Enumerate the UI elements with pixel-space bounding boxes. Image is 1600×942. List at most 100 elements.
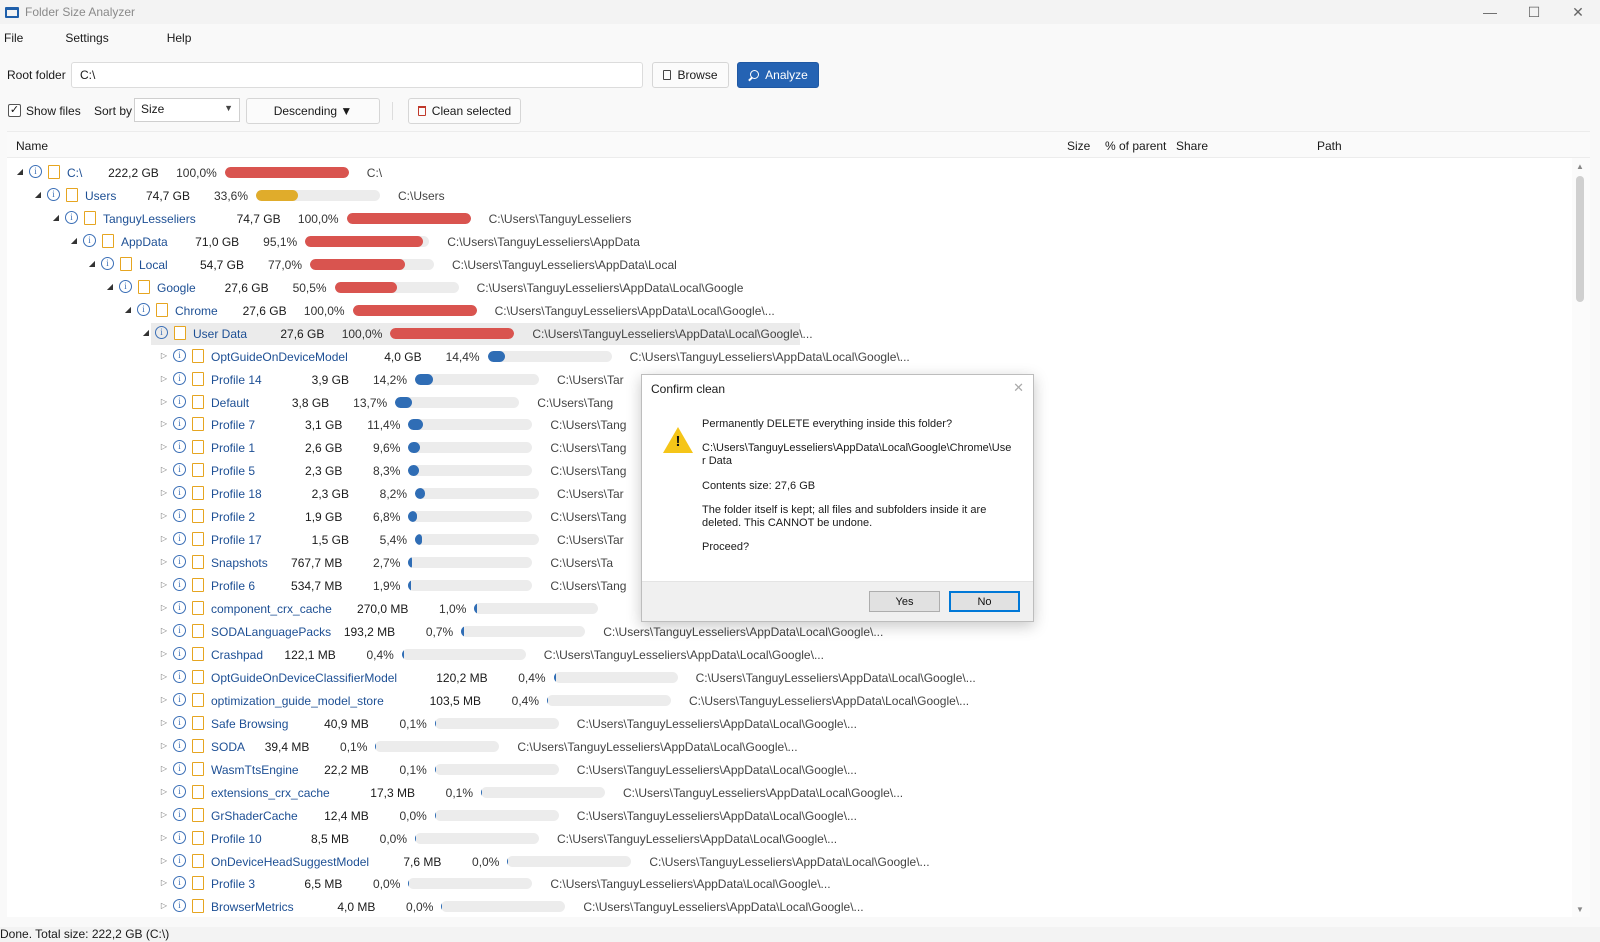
tree-row[interactable]: ▷ i WasmTtsEngine 22,2 MB 0,1% C:\Users\Tangu…	[7, 759, 1567, 781]
info-icon[interactable]: i	[65, 210, 78, 224]
tree-row[interactable]: ◢ i Google 27,6 GB 50,5% C:\Users\TanguyLesse…	[7, 277, 1567, 299]
info-icon[interactable]: i	[173, 784, 186, 798]
info-icon[interactable]: i	[173, 853, 186, 867]
tree-row[interactable]: ▷ i Profile 3 6,5 MB 0,0% C:\Users\TanguyLess…	[7, 873, 1567, 895]
tree-row[interactable]: ▷ i OnDeviceHeadSuggestModel 7,6 MB 0,0% C:\U…	[7, 851, 1567, 873]
expanded-arrow-icon[interactable]: ◢	[69, 235, 79, 247]
expanded-arrow-icon[interactable]: ◢	[15, 166, 25, 178]
minimize-button[interactable]: —	[1468, 0, 1512, 24]
collapsed-arrow-icon[interactable]: ▷	[159, 717, 169, 729]
tree-row[interactable]: ▷ i Crashpad 122,1 MB 0,4% C:\Users\TanguyLes…	[7, 644, 1567, 666]
info-icon[interactable]: i	[83, 233, 96, 247]
tree-row[interactable]: ▷ i Safe Browsing 40,9 MB 0,1% C:\Users\Tangu…	[7, 713, 1567, 735]
expanded-arrow-icon[interactable]: ◢	[141, 327, 151, 339]
collapsed-arrow-icon[interactable]: ▷	[159, 625, 169, 637]
collapsed-arrow-icon[interactable]: ▷	[159, 350, 169, 362]
expanded-arrow-icon[interactable]: ◢	[123, 304, 133, 316]
info-icon[interactable]: i	[173, 646, 186, 660]
collapsed-arrow-icon[interactable]: ▷	[159, 671, 169, 683]
column-share[interactable]: Share	[1176, 139, 1208, 153]
info-icon[interactable]: i	[173, 876, 186, 890]
close-button[interactable]: ✕	[1556, 0, 1600, 24]
collapsed-arrow-icon[interactable]: ▷	[159, 648, 169, 660]
no-button[interactable]: No	[949, 591, 1020, 612]
column-path[interactable]: Path	[1317, 139, 1342, 153]
info-icon[interactable]: i	[173, 440, 186, 454]
column-size[interactable]: Size	[1067, 139, 1090, 153]
expanded-arrow-icon[interactable]: ◢	[51, 212, 61, 224]
tree-row[interactable]: ◢ i Chrome 27,6 GB 100,0% C:\Users\TanguyLess…	[7, 300, 1567, 322]
collapsed-arrow-icon[interactable]: ▷	[159, 418, 169, 430]
tree-row[interactable]: ▷ i OptGuideOnDeviceModel 4,0 GB 14,4% C:\Use…	[7, 346, 1567, 368]
scroll-up-icon[interactable]: ▲	[1576, 162, 1584, 171]
collapsed-arrow-icon[interactable]: ▷	[159, 533, 169, 545]
expanded-arrow-icon[interactable]: ◢	[87, 258, 97, 270]
tree-row[interactable]: ▷ i OptGuideOnDeviceClassifierModel 120,2 M…	[7, 667, 1567, 689]
info-icon[interactable]: i	[47, 187, 60, 201]
tree-row[interactable]: ▷ i optimization_guide_model_store 103,5 MB…	[7, 690, 1567, 712]
collapsed-arrow-icon[interactable]: ▷	[159, 579, 169, 591]
scrollbar-thumb[interactable]	[1576, 176, 1584, 302]
collapsed-arrow-icon[interactable]: ▷	[159, 487, 169, 499]
info-icon[interactable]: i	[29, 165, 42, 178]
expanded-arrow-icon[interactable]: ◢	[105, 281, 115, 293]
info-icon[interactable]: i	[173, 578, 186, 592]
yes-button[interactable]: Yes	[869, 591, 940, 612]
info-icon[interactable]: i	[173, 555, 186, 569]
info-icon[interactable]: i	[173, 624, 186, 637]
tree-row[interactable]: ▷ i SODA 39,4 MB 0,1% C:\Users\TanguyLesselie…	[7, 736, 1567, 758]
collapsed-arrow-icon[interactable]: ▷	[159, 740, 169, 752]
collapsed-arrow-icon[interactable]: ▷	[159, 510, 169, 522]
tree-row[interactable]: ◢ i Local 54,7 GB 77,0% C:\Users\TanguyLessel…	[7, 254, 1567, 276]
tree-row[interactable]: ▷ i extensions_crx_cache 17,3 MB 0,1% C:\User…	[7, 782, 1567, 804]
info-icon[interactable]: i	[173, 601, 186, 615]
info-icon[interactable]: i	[173, 394, 186, 408]
collapsed-arrow-icon[interactable]: ▷	[159, 877, 169, 889]
info-icon[interactable]: i	[173, 509, 186, 523]
collapsed-arrow-icon[interactable]: ▷	[159, 900, 169, 912]
info-icon[interactable]: i	[119, 279, 132, 293]
info-icon[interactable]: i	[173, 899, 186, 913]
info-icon[interactable]: i	[173, 348, 186, 362]
info-icon[interactable]: i	[173, 692, 186, 706]
clean-selected-button[interactable]: Clean selected	[408, 98, 521, 124]
info-icon[interactable]: i	[101, 256, 114, 270]
tree-row[interactable]: ▷ i Profile 10 8,5 MB 0,0% C:\Users\TanguyLes…	[7, 828, 1567, 850]
tree-row[interactable]: ▷ i SODALanguagePacks 193,2 MB 0,7% C:\Users\…	[7, 621, 1567, 643]
menu-file[interactable]: File	[0, 31, 27, 45]
info-icon[interactable]: i	[173, 371, 186, 385]
vertical-scrollbar[interactable]: ▲ ▼	[1572, 158, 1590, 917]
info-icon[interactable]: i	[173, 532, 186, 546]
menu-settings[interactable]: Settings	[61, 31, 112, 45]
column-name[interactable]: Name	[16, 139, 48, 153]
collapsed-arrow-icon[interactable]: ▷	[159, 464, 169, 476]
collapsed-arrow-icon[interactable]: ▷	[159, 373, 169, 385]
scroll-down-icon[interactable]: ▼	[1576, 905, 1584, 914]
info-icon[interactable]: i	[173, 761, 186, 775]
info-icon[interactable]: i	[173, 463, 186, 477]
info-icon[interactable]: i	[173, 807, 186, 821]
expanded-arrow-icon[interactable]: ◢	[33, 189, 43, 201]
tree-row[interactable]: ▷ i BrowserMetrics 4,0 MB 0,0% C:\Users\Tangu…	[7, 896, 1567, 917]
info-icon[interactable]: i	[173, 669, 186, 683]
dialog-close-icon[interactable]: ✕	[1013, 380, 1024, 396]
collapsed-arrow-icon[interactable]: ▷	[159, 556, 169, 568]
collapsed-arrow-icon[interactable]: ▷	[159, 441, 169, 453]
info-icon[interactable]: i	[137, 302, 150, 316]
collapsed-arrow-icon[interactable]: ▷	[159, 602, 169, 614]
info-icon[interactable]: i	[155, 325, 168, 339]
browse-button[interactable]: Browse	[652, 62, 729, 88]
collapsed-arrow-icon[interactable]: ▷	[159, 763, 169, 775]
info-icon[interactable]: i	[173, 738, 186, 752]
tree-row[interactable]: ◢ i TanguyLesseliers 74,7 GB 100,0% C:\Users\…	[7, 208, 1567, 230]
root-folder-input[interactable]	[71, 62, 643, 88]
analyze-button[interactable]: Analyze	[737, 62, 819, 88]
collapsed-arrow-icon[interactable]: ▷	[159, 809, 169, 821]
tree-row[interactable]: ▷ i GrShaderCache 12,4 MB 0,0% C:\Users\Tangu…	[7, 805, 1567, 827]
info-icon[interactable]: i	[173, 715, 186, 729]
info-icon[interactable]: i	[173, 830, 186, 844]
tree-row[interactable]: ◢ i C:\ 222,2 GB 100,0% C:\	[7, 162, 1567, 184]
info-icon[interactable]: i	[173, 486, 186, 500]
sort-order-button[interactable]: Descending ▼	[246, 98, 380, 124]
column-pct[interactable]: % of parent	[1105, 139, 1166, 153]
